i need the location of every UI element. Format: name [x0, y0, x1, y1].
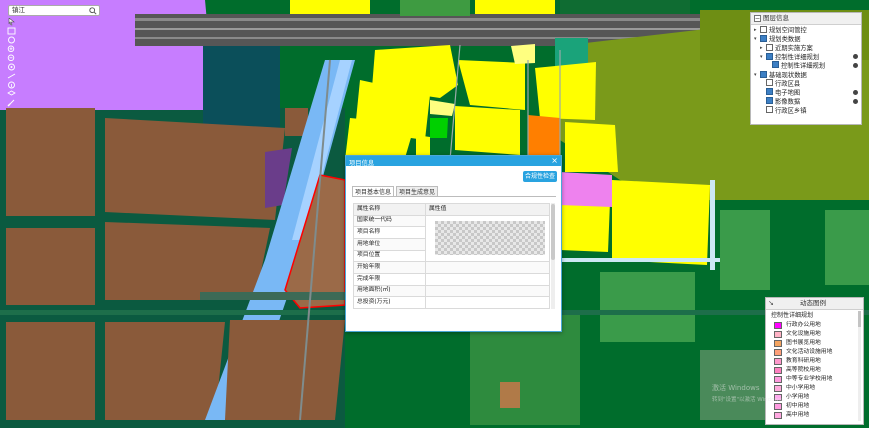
attr-name: 开始年限 [353, 261, 426, 274]
layer-tool-icon[interactable] [6, 90, 17, 98]
project-info-dialog: 项目信息 × 合规性检查 项目基本信息 项目生成意见 属性名称 属性值 国家统一代… [345, 155, 562, 332]
legend-swatch [774, 331, 782, 338]
collapse-arrow-icon[interactable]: ↘ [768, 299, 774, 307]
search-icon[interactable] [89, 7, 97, 15]
table-row: 开始年限 [353, 261, 550, 274]
map-toolbar [6, 18, 17, 107]
search-input[interactable] [12, 6, 86, 15]
tab-divider [352, 196, 556, 197]
legend-swatch [774, 349, 782, 356]
redacted-value [425, 214, 550, 263]
layer-item-near-term-plan[interactable]: ▸ 近期实施方案 [760, 43, 813, 52]
attr-name: 用地单位 [353, 237, 426, 251]
legend-label: 文化设施用地 [786, 331, 821, 337]
legend-label: 教育科研用地 [786, 358, 821, 364]
layer-checkbox[interactable] [760, 25, 767, 33]
dialog-title: 项目信息 [349, 160, 375, 167]
identify-icon[interactable] [6, 81, 17, 89]
windows-watermark: 激活 Windows 转到"设置"以激活 Windows。 [712, 384, 788, 403]
table-row: 国家统一代码 [353, 214, 550, 263]
legend-swatch [774, 376, 782, 383]
legend-label: 小学用地 [786, 394, 810, 400]
legend-label: 中等专业学校用地 [786, 376, 833, 382]
legend-panel-header: ↘ 动态图例 [766, 298, 863, 310]
legend-scrollbar[interactable] [858, 311, 861, 421]
redacted-pattern [435, 221, 545, 256]
search-box[interactable] [8, 5, 100, 16]
legend-swatch [774, 412, 782, 419]
legend-panel: ↘ 动态图例 控制性详细规划 行政办公用地 文化设施用地 图书展览用地 文化活动… [765, 297, 864, 425]
legend-swatch [774, 403, 782, 410]
layer-checkbox[interactable] [766, 43, 773, 51]
layer-item-planning-control[interactable]: ▸ 规划空间管控 [754, 25, 807, 34]
layer-panel: 图层信息 ▸ 规划空间管控 ▾ 规划类数据 ▸ 近期实施方案 ▾ 控制性详细规划 控制性… [750, 12, 862, 125]
layer-checkbox[interactable] [766, 97, 773, 104]
layer-visibility-icon[interactable] [853, 63, 858, 68]
table-scrollbar[interactable] [551, 203, 555, 309]
column-header: 属性值 [425, 203, 550, 216]
layer-visibility-icon[interactable] [853, 54, 858, 59]
legend-label: 高中用地 [786, 412, 810, 418]
layer-checkbox[interactable] [760, 70, 767, 78]
legend-label: 图书展览用地 [786, 340, 821, 346]
close-icon[interactable]: × [551, 156, 558, 166]
layer-item-emap[interactable]: 电子地图 [766, 88, 800, 97]
zoom-out-icon[interactable] [6, 54, 17, 62]
clear-icon[interactable] [6, 99, 17, 107]
attr-name: 完成年限 [353, 272, 426, 286]
table-row: 完成年限 [353, 272, 550, 286]
layer-item-town[interactable]: 行政区乡镇 [766, 106, 806, 115]
attr-name: 总投资(万元) [353, 296, 426, 309]
layers-icon [754, 15, 761, 22]
measure-icon[interactable] [6, 72, 17, 80]
layer-item-planning-data[interactable]: ▾ 规划类数据 [754, 34, 800, 43]
map-viewer: 图层信息 ▸规划空间管控 ▾规划类数据 ▸近期实施方案 ▾控制性详细规划 控制性… [0, 0, 869, 428]
layer-checkbox[interactable] [760, 34, 767, 42]
box-select-icon[interactable] [6, 27, 17, 35]
layer-checkbox[interactable] [772, 61, 779, 68]
layer-visibility-icon[interactable] [853, 99, 858, 104]
pointer-tool-icon[interactable] [6, 18, 17, 26]
attr-name: 用地面积(㎡) [353, 284, 426, 298]
zoom-in-icon[interactable] [6, 45, 17, 53]
layer-item-county[interactable]: 行政区县 [766, 79, 800, 88]
layer-item-imagery[interactable]: 影像数据 [766, 97, 800, 106]
legend-swatch [774, 367, 782, 374]
layer-checkbox[interactable] [766, 79, 773, 86]
scrollbar-thumb[interactable] [551, 204, 555, 260]
attribute-table: 属性名称 属性值 国家统一代码 项目名称 用地单位 项目位置 开始年限 完成年限 … [353, 203, 550, 309]
legend-swatch [774, 322, 782, 329]
legend-label: 中小学用地 [786, 385, 815, 391]
legend-swatch [774, 358, 782, 365]
legend-label: 初中用地 [786, 403, 810, 409]
layer-checkbox[interactable] [766, 88, 773, 95]
compliance-check-button[interactable]: 合规性检查 [523, 171, 557, 182]
layer-item-regulatory-plan-sub[interactable]: 控制性详细规划 [772, 61, 825, 70]
attr-name: 项目名称 [353, 226, 426, 239]
layer-panel-title: 图层信息 [763, 14, 789, 22]
table-row: 用地面积(㎡) [353, 284, 550, 298]
layer-item-regulatory-plan[interactable]: ▾ 控制性详细规划 [760, 52, 819, 61]
layer-checkbox[interactable] [766, 52, 773, 60]
layer-visibility-icon[interactable] [853, 90, 858, 95]
legend-label: 高等院校用地 [786, 367, 821, 373]
attr-name: 国家统一代码 [353, 214, 426, 228]
full-extent-icon[interactable] [6, 63, 17, 71]
legend-label: 行政办公用地 [786, 322, 821, 328]
legend-title: 动态图例 [800, 299, 826, 307]
table-row: 总投资(万元) [353, 296, 550, 309]
layer-item-base-data[interactable]: ▾ 基础现状数据 [754, 70, 807, 79]
attr-name: 项目位置 [353, 249, 426, 263]
dialog-title-bar[interactable]: 项目信息 × [346, 156, 561, 167]
legend-swatch [774, 340, 782, 347]
layer-panel-header: 图层信息 [751, 13, 861, 25]
legend-label: 文化活动设施用地 [786, 349, 833, 355]
column-header: 属性名称 [353, 203, 426, 216]
legend-group-label: 控制性详细规划 [771, 312, 814, 319]
pan-icon[interactable] [6, 36, 17, 44]
layer-checkbox[interactable] [766, 106, 773, 113]
